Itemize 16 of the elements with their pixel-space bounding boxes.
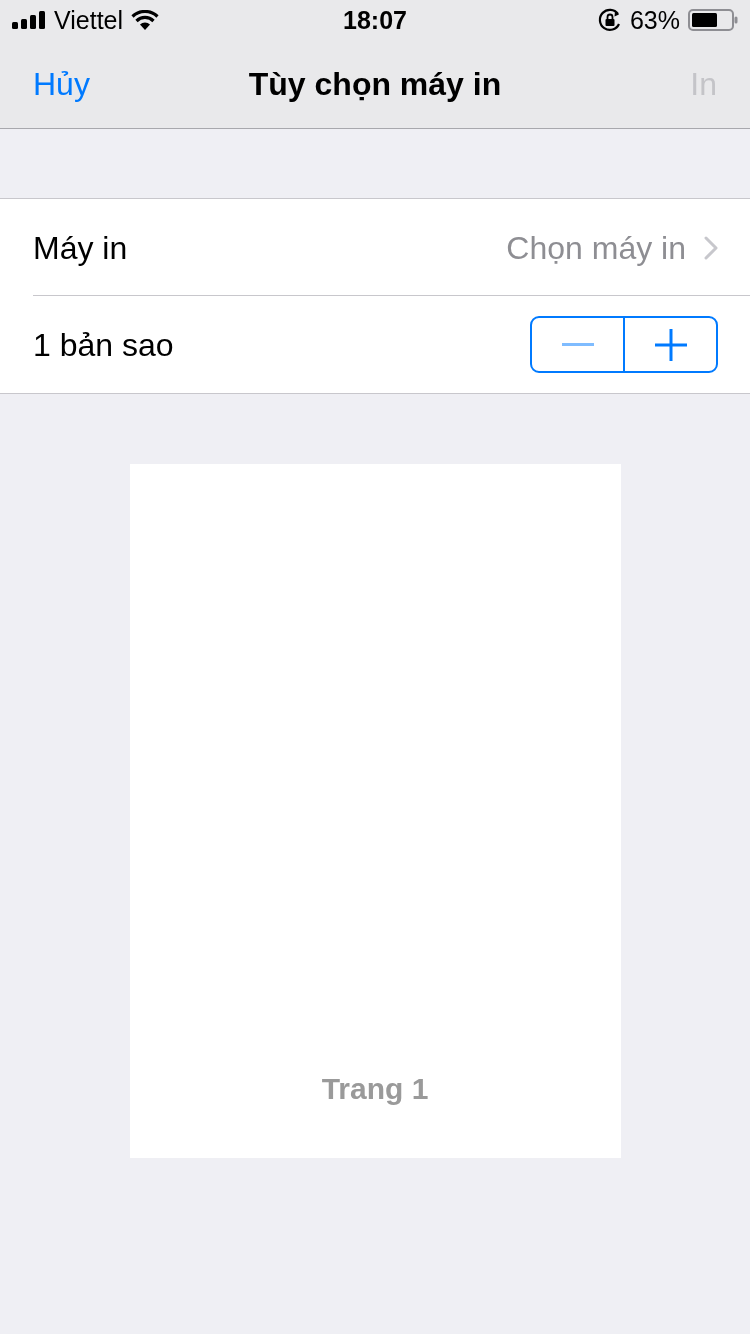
chevron-right-icon — [704, 235, 718, 260]
carrier-name: Viettel — [54, 7, 124, 33]
cancel-button[interactable]: Hủy — [33, 68, 90, 100]
row-value[interactable]: Chọn máy in — [506, 231, 686, 264]
row-label: Máy in — [33, 231, 128, 264]
signal-icon — [12, 11, 46, 29]
battery-percent: 63% — [629, 7, 680, 33]
page-label: Trang 1 — [321, 1074, 429, 1104]
wifi-icon — [131, 10, 160, 30]
plus-icon — [654, 328, 687, 361]
copies-label: 1 bản sao — [33, 328, 174, 361]
nav-title: Tùy chọn máy in — [248, 68, 502, 100]
status-time: 18:07 — [343, 7, 407, 33]
minus-icon — [561, 343, 594, 346]
battery-icon — [688, 9, 738, 31]
rotation-lock-icon — [597, 8, 622, 32]
